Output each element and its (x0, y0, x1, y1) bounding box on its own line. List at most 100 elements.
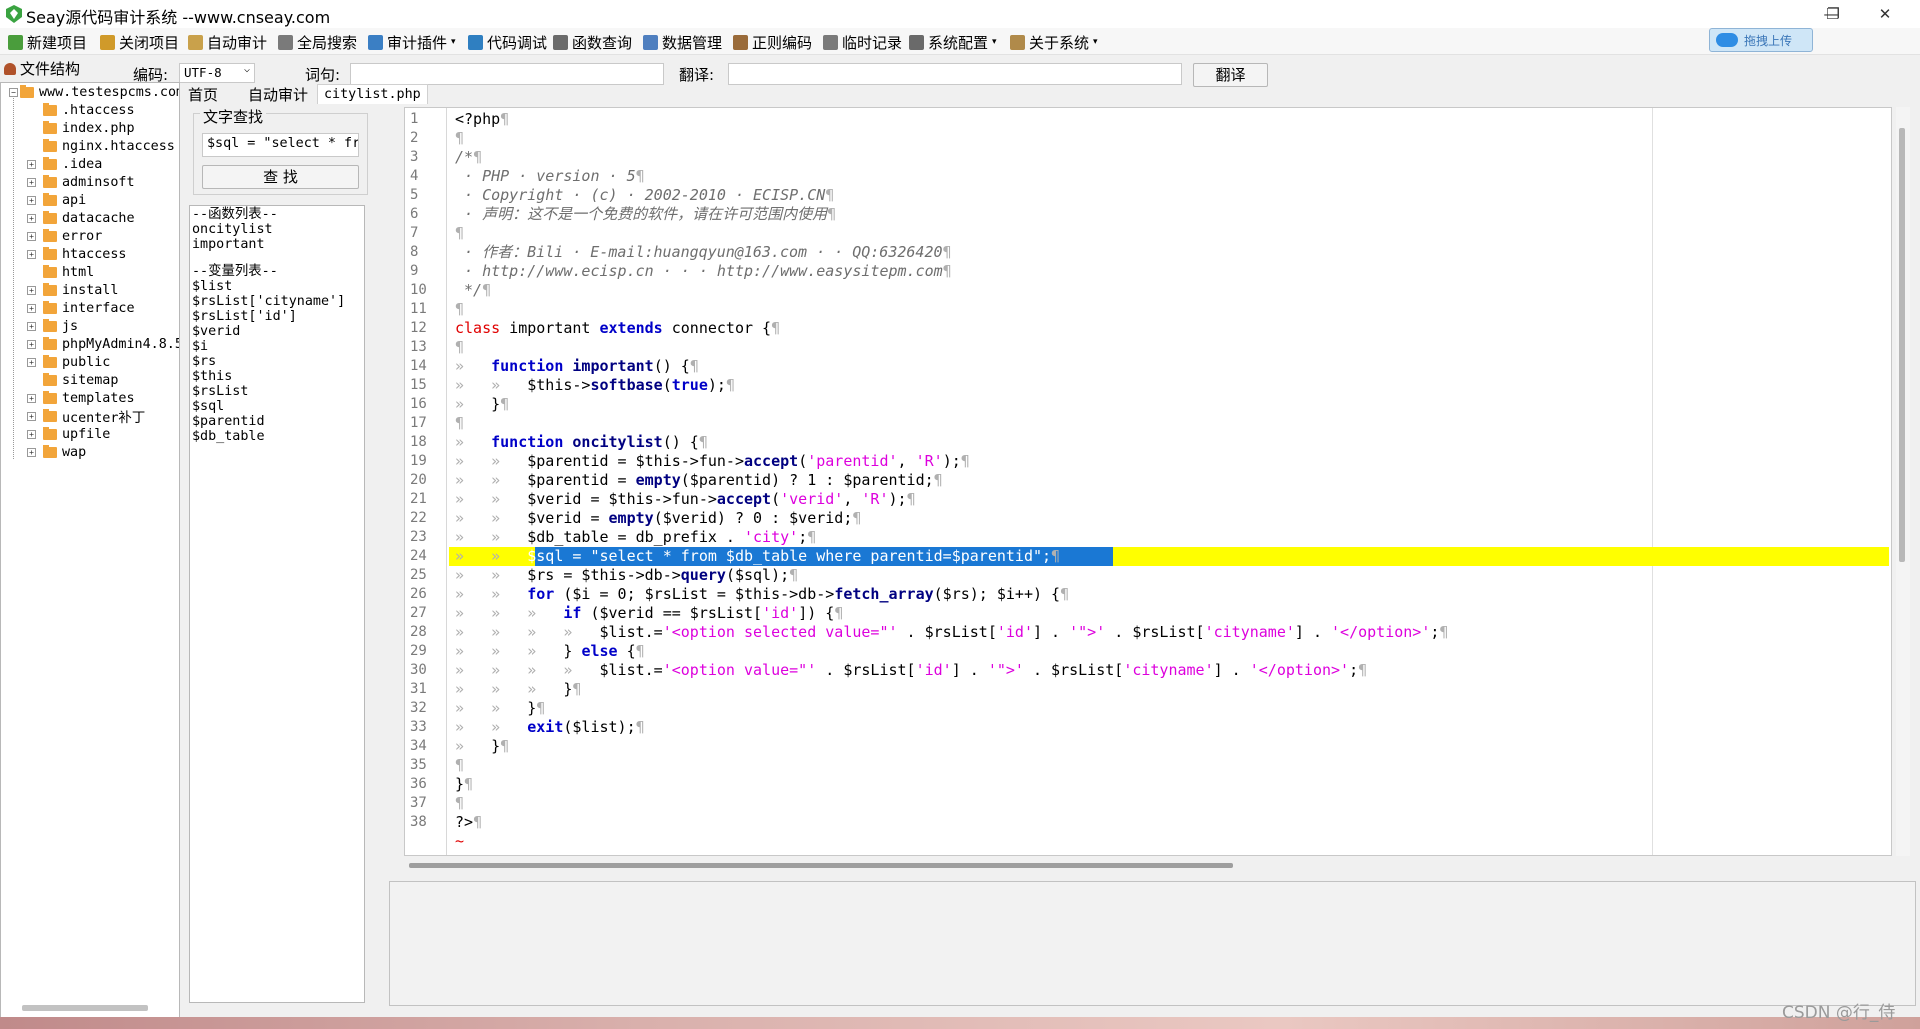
code-line[interactable]: » » » if ($verid == $rsList['id']) {¶ (455, 604, 843, 623)
code-line[interactable]: » » » }¶ (455, 680, 581, 699)
variable-item[interactable]: $i (192, 339, 362, 354)
expand-icon[interactable]: + (27, 303, 36, 313)
expand-icon[interactable]: + (27, 321, 36, 331)
toolbar-function-query-button[interactable]: 函数查询 (553, 32, 632, 52)
tree-item[interactable]: index.php (29, 119, 135, 137)
translate-input[interactable] (728, 63, 1182, 85)
expand-icon[interactable]: + (27, 429, 36, 439)
editor-scroll-thumb[interactable] (1899, 128, 1905, 562)
code-line[interactable]: » » $parentid = $this->fun->accept('pare… (455, 452, 970, 471)
code-line[interactable]: » » $this->softbase(true);¶ (455, 376, 735, 395)
expand-icon[interactable]: + (27, 249, 36, 259)
code-line[interactable]: · PHP · version · 5¶ (455, 167, 645, 186)
code-editor[interactable]: 1 2 3 4 5 6 7 8 9 10 11 12 13 14 15 16 17 18 19 20 21 22 23 24 2… (404, 107, 1892, 856)
code-line[interactable]: » » $db_table = db_prefix . 'city';¶ (455, 528, 816, 547)
find-button[interactable]: 查 找 (202, 165, 359, 189)
code-line[interactable]: » » $parentid = empty($parentid) ? 1 : $… (455, 471, 943, 490)
expand-icon[interactable]: + (27, 393, 36, 403)
code-line[interactable]: */¶ (455, 281, 491, 300)
variable-item[interactable]: $rsList['cityname'] (192, 294, 362, 309)
expand-icon[interactable]: + (27, 357, 36, 367)
expand-icon[interactable]: + (27, 231, 36, 241)
tree-item[interactable]: + adminsoft (27, 173, 135, 191)
variable-item[interactable]: $db_table (192, 429, 362, 444)
expand-icon[interactable]: + (27, 411, 36, 421)
editor-horizontal-scrollbar[interactable] (409, 863, 1233, 868)
tree-item[interactable]: + .idea (27, 155, 102, 173)
code-line[interactable]: » }¶ (455, 395, 509, 414)
tree-item[interactable]: + upfile (27, 425, 110, 443)
code-line[interactable]: ¶ (455, 338, 464, 357)
code-line[interactable]: » function important() {¶ (455, 357, 699, 376)
code-line[interactable]: · 作者：Bili · E-mail:huangqyun@163.com · ·… (455, 243, 952, 262)
code-line[interactable]: » » » » $list.='<option value="' . $rsLi… (455, 661, 1367, 680)
code-line[interactable]: · 声明：这不是一个免费的软件，请在许可范围内使用¶ (455, 205, 836, 224)
toolbar-debug-button[interactable]: 代码调试 (468, 32, 547, 52)
code-line[interactable]: » » exit($list);¶ (455, 718, 645, 737)
expand-icon[interactable]: + (27, 195, 36, 205)
variable-item[interactable]: $sql (192, 399, 362, 414)
tree-item[interactable]: + datacache (27, 209, 135, 227)
code-line[interactable]: » » }¶ (455, 699, 545, 718)
code-line[interactable]: » » » } else {¶ (455, 642, 645, 661)
code-line[interactable]: ¶ (455, 129, 464, 148)
term-input[interactable] (350, 63, 664, 85)
toolbar-temp-record-button[interactable]: 临时记录 (823, 32, 902, 52)
tree-item[interactable]: + ucenter补丁 (27, 407, 145, 426)
tree-item[interactable]: + public (27, 353, 110, 371)
variable-item[interactable]: $rs (192, 354, 362, 369)
tree-item[interactable]: + wap (27, 443, 86, 461)
tab-auto-audit[interactable]: 自动审计 (242, 84, 314, 104)
tree-item[interactable]: + templates (27, 389, 135, 407)
toolbar-gear-button[interactable]: 系统配置 ▾ (909, 32, 997, 52)
toolbar-about-button[interactable]: 关于系统 ▾ (1010, 32, 1098, 52)
code-line[interactable]: · http://www.ecisp.cn · · · http://www.e… (455, 262, 952, 281)
tree-item[interactable]: + error (27, 227, 102, 245)
tree-item[interactable]: sitemap (29, 371, 118, 389)
expand-icon[interactable]: + (27, 339, 36, 349)
expand-icon[interactable]: + (27, 177, 36, 187)
expand-icon[interactable]: + (27, 285, 36, 295)
tab-citylist[interactable]: citylist.php (317, 84, 428, 104)
code-line[interactable]: }¶ (455, 775, 473, 794)
toolbar-close-project-button[interactable]: 关闭项目 (100, 32, 179, 52)
code-line[interactable]: ¶ (455, 224, 464, 243)
tree-scrollbar[interactable] (22, 1005, 148, 1011)
tree-item[interactable]: html (29, 263, 94, 281)
code-line[interactable]: ¶ (455, 414, 464, 433)
code-line[interactable]: · Copyright · (c) · 2002-2010 · ECISP.CN… (455, 186, 834, 205)
expand-icon[interactable]: + (27, 213, 36, 223)
toolbar-global-search-button[interactable]: 全局搜索 (278, 32, 357, 52)
code-line[interactable]: » » for ($i = 0; $rsList = $this->db->fe… (455, 585, 1069, 604)
tree-item[interactable]: + install (27, 281, 118, 299)
code-line[interactable]: ¶ (455, 300, 464, 319)
toolbar-data-manage-button[interactable]: 数据管理 (643, 32, 722, 52)
tree-item[interactable]: .htaccess (29, 101, 135, 119)
code-line[interactable]: » » » » $list.='<option selected value="… (455, 623, 1448, 642)
variable-item[interactable]: $rsList['id'] (192, 309, 362, 324)
expand-icon[interactable]: + (27, 447, 36, 457)
find-input[interactable]: $sql = "select * from (202, 133, 359, 157)
expand-icon[interactable]: + (27, 159, 36, 169)
collapse-icon[interactable]: − (9, 87, 18, 97)
tree-item[interactable]: + htaccess (27, 245, 127, 263)
tree-item[interactable]: + js (27, 317, 78, 335)
code-line[interactable]: ¶ (455, 794, 464, 813)
close-window-button[interactable]: ✕ (1862, 0, 1908, 28)
code-line[interactable]: » }¶ (455, 737, 509, 756)
toolbar-plugin-button[interactable]: 审计插件 ▾ (368, 32, 456, 52)
function-item[interactable]: important (192, 237, 362, 252)
variable-item[interactable]: $list (192, 279, 362, 294)
toolbar-regex-button[interactable]: 正则编码 (733, 32, 812, 52)
tree-root[interactable]: − www.testespcms.com (9, 83, 179, 101)
tree-item[interactable]: nginx.htaccess (29, 137, 175, 155)
maximize-button[interactable]: ❐ (1810, 0, 1856, 28)
code-line[interactable]: » » $verid = empty($verid) ? 0 : $verid;… (455, 509, 861, 528)
tree-item[interactable]: + api (27, 191, 86, 209)
toolbar-auto-audit-button[interactable]: 自动审计 (188, 32, 267, 52)
function-item[interactable]: oncitylist (192, 222, 362, 237)
code-line[interactable]: » » $rs = $this->db->query($sql);¶ (455, 566, 798, 585)
code-line[interactable]: » » $verid = $this->fun->accept('verid',… (455, 490, 916, 509)
variable-item[interactable]: $rsList (192, 384, 362, 399)
code-line[interactable]: » » $sql = "select * from $db_table wher… (455, 547, 1060, 566)
